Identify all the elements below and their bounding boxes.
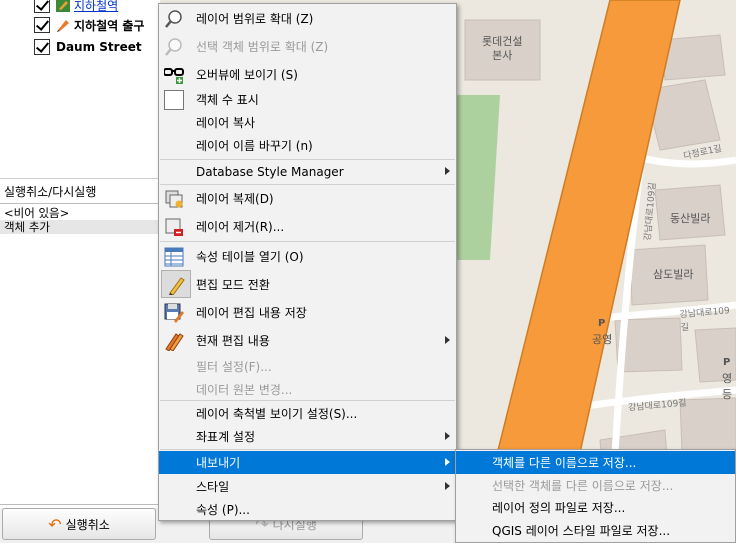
layer-item-subway-exit[interactable]: 지하철역 출구 [34,15,144,35]
layer-label: Daum Street [56,40,142,54]
menu-item-show-in-overview[interactable]: 오버뷰에 보이기 (S) [159,63,456,86]
menu-item-current-edits[interactable]: 현재 편집 내용 [159,329,456,352]
menu-item-set-crs[interactable]: 좌표계 설정 [159,425,456,448]
submenu-arrow-icon [445,432,450,440]
menu-item-toggle-editing[interactable]: 편집 모드 전환 [159,270,456,298]
undo-list-item[interactable]: 객체 추가 [0,220,160,234]
current-edits-icon [165,333,184,351]
layer-checkbox[interactable] [34,17,50,33]
map-label-samdo: 삼도빌라 [653,268,694,281]
undo-button[interactable]: ↶ 실행취소 [2,508,156,540]
menu-item-save-layer-edits[interactable]: 레이어 편집 내용 저장 [159,301,456,324]
zoom-to-selection-icon [165,38,182,56]
submenu-arrow-icon [445,336,450,344]
submenu-arrow-icon [445,458,450,466]
menu-item-show-feature-count[interactable]: 객체 수 표시 [159,88,456,111]
pencil-layer-icon [57,20,69,32]
menu-separator [160,184,455,185]
layer-context-menu: 레이어 범위로 확대 (Z) 선택 객체 범위로 확대 (Z) 오버뷰에 보이기… [158,3,457,521]
menu-item-copy-layer[interactable]: 레이어 복사 [159,111,456,134]
submenu-item-save-selected-features-as[interactable]: 선택한 객체를 다른 이름으로 저장... [456,474,735,497]
layer-checkbox[interactable] [34,0,50,13]
save-edits-icon [164,303,184,323]
layer-item-daum-street[interactable]: Daum Street [34,37,142,57]
layer-label: 지하철역 출구 [74,18,145,33]
menu-item-zoom-to-layer[interactable]: 레이어 범위로 확대 (Z) [159,7,456,30]
map-label-road3: 강남대로109길 [679,306,731,334]
map-label-parking1: P [598,318,606,329]
checkbox-icon[interactable] [164,90,184,110]
submenu-item-save-layer-definition[interactable]: 레이어 정의 파일로 저장... [456,496,735,519]
toggle-edit-pencil-icon [169,277,185,295]
menu-item-scale-visibility[interactable]: 레이어 축척별 보이기 설정(S)... [159,402,456,425]
menu-separator [160,449,455,450]
attribute-table-icon [164,247,184,267]
duplicate-layer-icon [165,190,183,208]
menu-item-properties[interactable]: 속성 (P)... [159,498,456,521]
map-label-lotte: 롯데건설 본사 [482,35,523,62]
menu-separator [160,400,455,401]
menu-item-export[interactable]: 내보내기 [159,451,456,474]
pencil-layer-icon [56,0,70,12]
undo-list[interactable]: <비어 있음> 객체 추가 [0,203,161,505]
menu-item-zoom-to-selection[interactable]: 선택 객체 범위로 확대 (Z) [159,35,456,58]
map-label-parking2: P [723,357,731,368]
undo-panel-title: 실행취소/다시실행 [4,185,97,199]
map-label-public: 공영 [592,333,613,346]
zoom-to-layer-icon [165,10,182,28]
layer-item-subway[interactable]: 지하철역 [34,0,118,15]
menu-item-open-attribute-table[interactable]: 속성 테이블 열기 (O) [159,245,456,268]
menu-item-styles[interactable]: 스타일 [159,475,456,498]
export-submenu: 객체를 다른 이름으로 저장... 선택한 객체를 다른 이름으로 저장... … [455,449,736,543]
submenu-arrow-icon [445,167,450,175]
undo-arrow-icon: ↶ [48,514,62,534]
menu-item-set-filter[interactable]: 필터 설정(F)... [159,355,456,378]
menu-separator [160,241,455,242]
menu-item-change-data-source[interactable]: 데이터 원본 변경... [159,378,456,401]
menu-item-rename-layer[interactable]: 레이어 이름 바꾸기 (n) [159,134,456,157]
submenu-item-save-features-as[interactable]: 객체를 다른 이름으로 저장... [456,451,735,474]
overview-glasses-icon [164,68,184,84]
submenu-item-save-qgis-style[interactable]: QGIS 레이어 스타일 파일로 저장... [456,519,735,542]
map-label-dongsan: 동산빌라 [670,212,711,225]
undo-list-item[interactable]: <비어 있음> [0,206,160,220]
layer-checkbox[interactable] [34,39,50,55]
map-label-yeongdeung: 영등 [722,372,733,401]
menu-item-duplicate-layer[interactable]: 레이어 복제(D) [159,187,456,210]
menu-item-database-style-manager[interactable]: Database Style Manager [159,160,456,183]
submenu-arrow-icon [445,482,450,490]
menu-item-remove-layer[interactable]: 레이어 제거(R)... [159,215,456,238]
remove-layer-icon [165,218,183,236]
layer-label: 지하철역 [74,0,119,13]
